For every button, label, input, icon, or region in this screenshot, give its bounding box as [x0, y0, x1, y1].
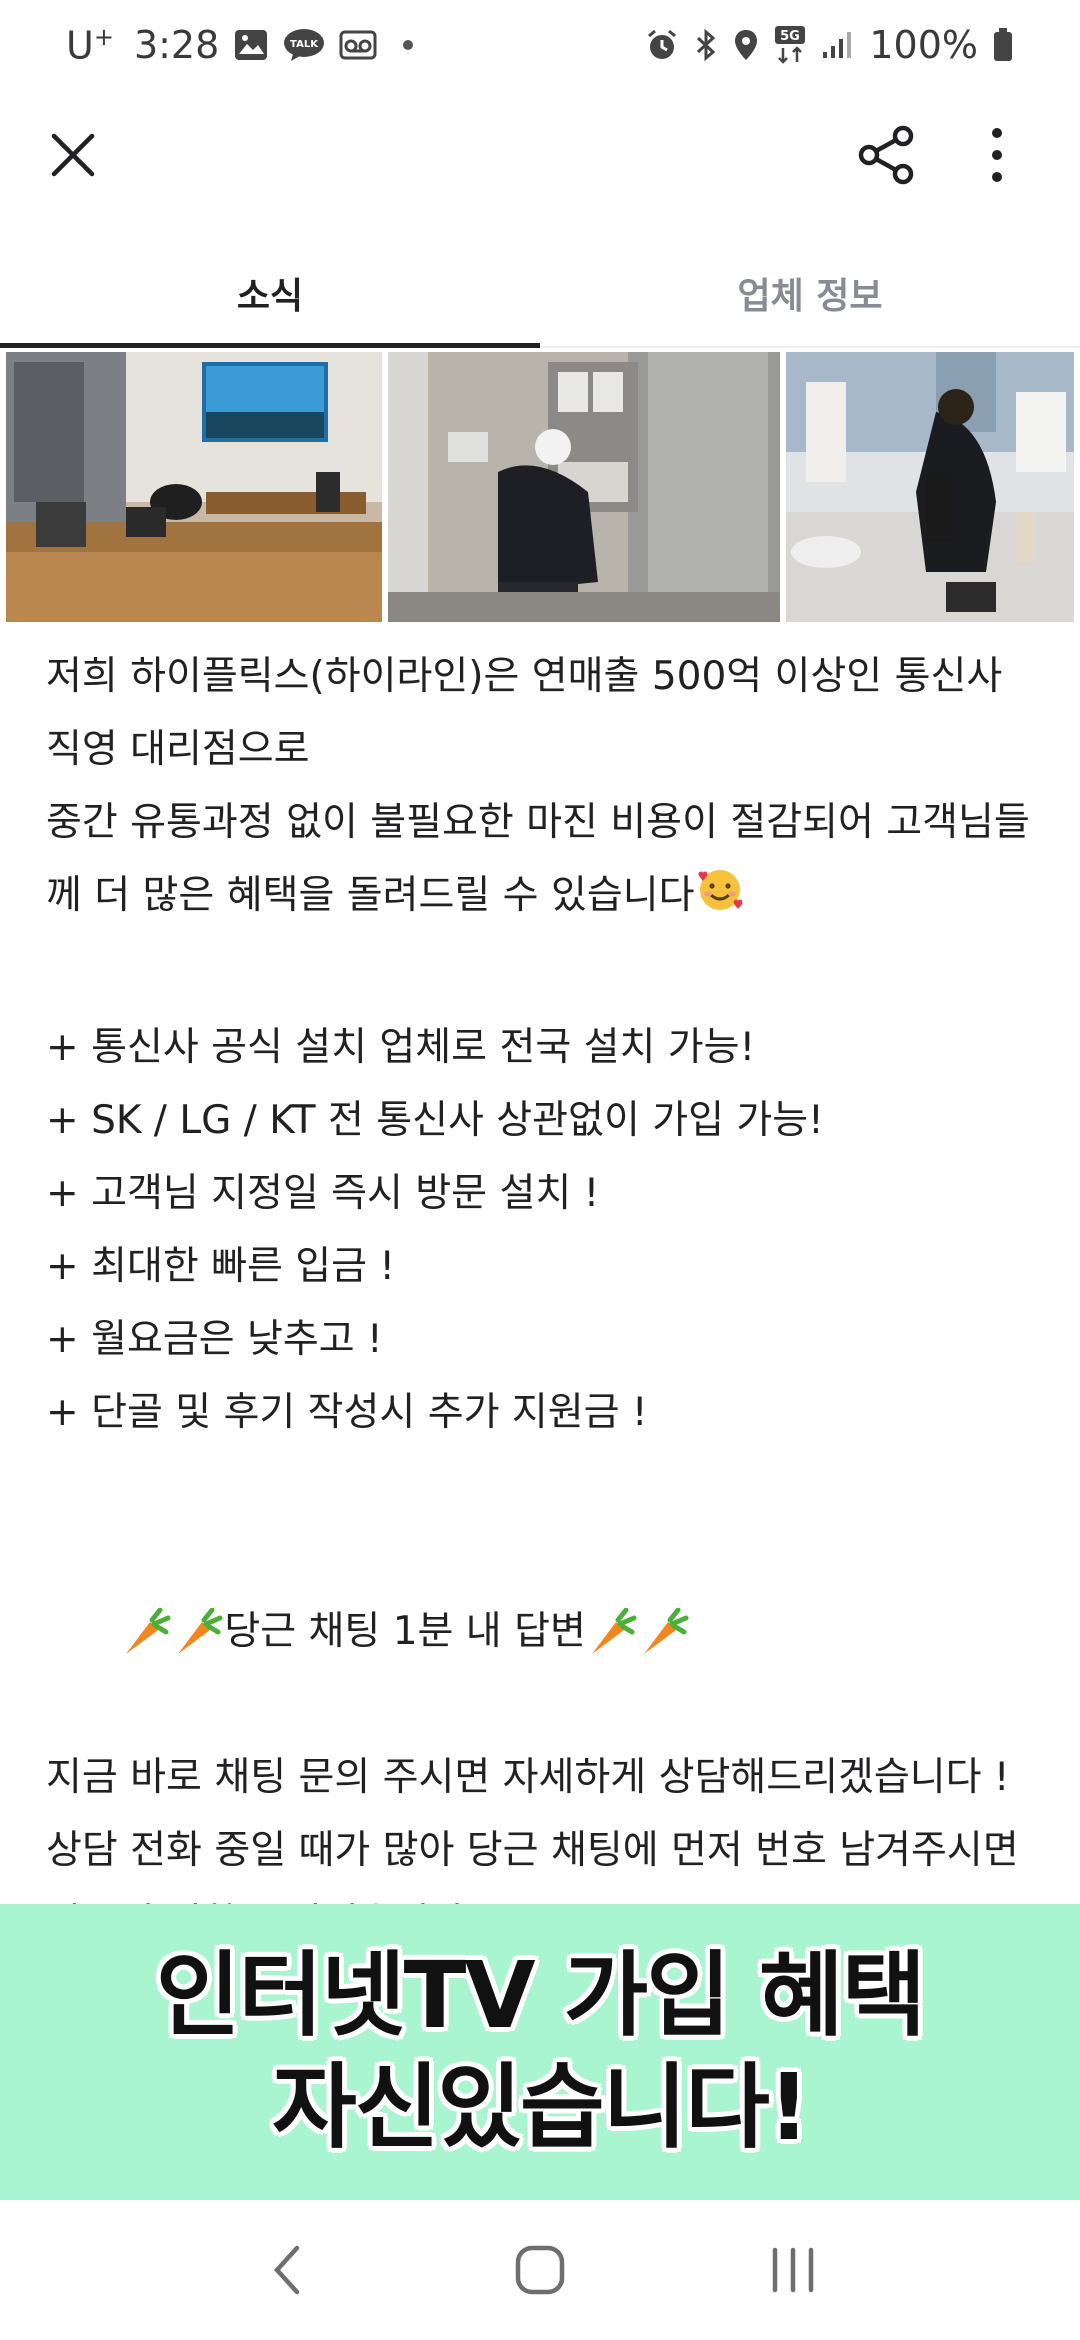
post-body: 저희 하이플릭스(하이라인)은 연매출 500억 이상인 통신사 직영 대리점으…	[46, 640, 1036, 1960]
intro-paragraph-1: 저희 하이플릭스(하이라인)은 연매출 500억 이상인 통신사 직영 대리점으…	[46, 654, 1015, 772]
carrot-icons-left	[120, 1607, 224, 1660]
status-bar: U+ 3:28 TALK 5G 100%	[0, 0, 1080, 90]
chat-headline: 당근 채팅 1분 내 답변	[46, 1522, 1036, 1741]
photo-installation-apartment[interactable]	[786, 352, 1074, 622]
tab-business-info[interactable]: 업체 정보	[540, 240, 1080, 346]
photo-installation-equipment-room[interactable]	[388, 352, 780, 622]
carrot-icons-right	[586, 1607, 690, 1660]
nav-home-button[interactable]	[495, 2225, 585, 2315]
promo-banner[interactable]: 인터넷TV 가입 혜택 자신있습니다!	[0, 1904, 1080, 2200]
more-vertical-icon	[992, 128, 1002, 182]
location-icon	[733, 28, 759, 62]
svg-text:TALK: TALK	[290, 39, 319, 50]
close-icon	[51, 133, 95, 177]
svg-text:5G: 5G	[781, 29, 801, 44]
tab-bar: 소식 업체 정보	[0, 240, 1080, 348]
status-right: 5G 100%	[645, 23, 1014, 67]
close-button[interactable]	[40, 122, 106, 188]
voicemail-icon	[339, 30, 377, 60]
carrier-label: U+	[66, 22, 114, 68]
share-button[interactable]	[852, 120, 922, 190]
banner-line-2: 자신있습니다!	[272, 2054, 810, 2161]
recents-icon	[773, 2247, 814, 2293]
gallery-icon	[233, 28, 269, 62]
nav-recents-button[interactable]	[748, 2225, 838, 2315]
share-icon	[858, 125, 914, 185]
system-nav-bar	[0, 2200, 1080, 2340]
status-left: U+ 3:28 TALK	[66, 22, 414, 68]
benefit-item: + 단골 및 후기 작성시 추가 지원금 !	[46, 1390, 648, 1435]
back-icon	[273, 2245, 299, 2295]
battery-percent: 100%	[869, 23, 978, 67]
benefit-item: + 고객님 지정일 즉시 방문 설치 !	[46, 1171, 600, 1216]
smiling-face-with-hearts-icon	[696, 865, 744, 938]
benefit-item: + 통신사 공식 설치 업체로 전국 설치 가능!	[46, 1025, 756, 1070]
page: U+ 3:28 TALK 5G 100% 소식 업체 정보 저희 하이플릭스(하…	[0, 0, 1080, 2340]
alarm-icon	[645, 28, 679, 62]
bluetooth-icon	[693, 28, 719, 62]
home-icon	[515, 2245, 565, 2295]
chat-line-1: 지금 바로 채팅 문의 주시면 자세하게 상담해드리겠습니다 !	[46, 1755, 1010, 1800]
signal-icon	[821, 30, 855, 60]
battery-icon	[992, 28, 1014, 62]
more-options-button[interactable]	[972, 120, 1022, 190]
carrot-icon	[126, 1607, 171, 1654]
tab-news[interactable]: 소식	[0, 240, 540, 348]
app-bar	[0, 100, 1080, 220]
benefit-item: + SK / LG / KT 전 통신사 상관없이 가입 가능!	[46, 1098, 824, 1143]
photo-installation-living-room[interactable]	[6, 352, 382, 622]
talk-icon: TALK	[283, 28, 325, 62]
banner-line-1: 인터넷TV 가입 혜택	[155, 1942, 926, 2049]
benefit-item: + 최대한 빠른 입금 !	[46, 1244, 396, 1289]
network-5g-icon: 5G	[773, 26, 807, 64]
carrot-icon	[591, 1607, 637, 1654]
carrot-icon	[643, 1607, 689, 1654]
notification-dot-icon	[403, 40, 414, 50]
carrot-icon	[178, 1607, 223, 1654]
nav-back-button[interactable]	[242, 2225, 332, 2315]
clock: 3:28	[133, 23, 220, 67]
intro-paragraph-2: 중간 유통과정 없이 불필요한 마진 비용이 절감되어 고객님들께 더 많은 혜…	[46, 786, 1036, 938]
benefit-item: + 월요금은 낮추고 !	[46, 1317, 383, 1362]
photo-strip	[6, 352, 1074, 622]
